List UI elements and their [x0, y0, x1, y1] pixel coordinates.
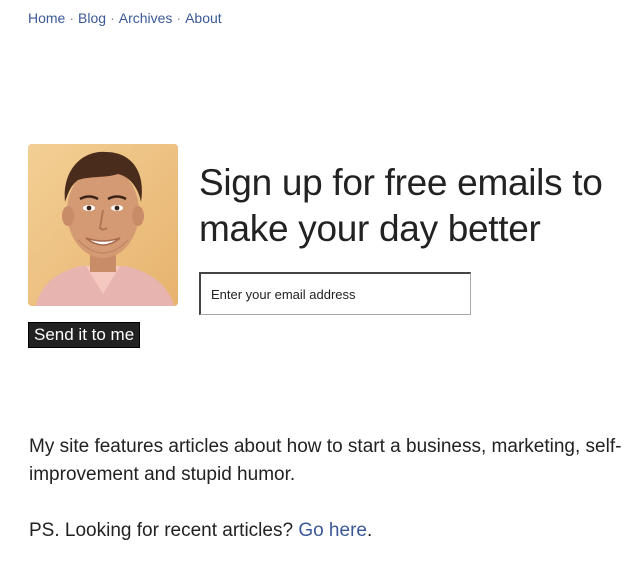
signup-headline: Sign up for free emails to make your day…	[199, 162, 603, 249]
intro-section: My site features articles about how to s…	[29, 433, 624, 545]
nav-blog-link[interactable]: Blog	[78, 10, 106, 26]
author-photo	[28, 144, 178, 306]
site-description: My site features articles about how to s…	[29, 436, 622, 485]
send-it-to-me-button[interactable]: Send it to me	[28, 322, 141, 348]
ps-text: PS. Looking for recent articles?	[29, 520, 299, 541]
nav-separator: ·	[69, 10, 75, 26]
ps-line: PS. Looking for recent articles? Go here…	[29, 517, 624, 545]
nav-separator: ·	[176, 10, 182, 26]
author-portrait-icon	[28, 144, 178, 306]
nav-home-link[interactable]: Home	[28, 10, 65, 26]
nav-about-link[interactable]: About	[185, 10, 222, 26]
nav-separator: ·	[110, 10, 115, 26]
go-here-link[interactable]: Go here	[298, 520, 367, 541]
ps-suffix: .	[366, 520, 373, 541]
nav-archives-link[interactable]: Archives	[119, 10, 173, 26]
email-field[interactable]	[199, 272, 471, 315]
top-nav: Home · Blog · Archives · About	[28, 10, 222, 26]
